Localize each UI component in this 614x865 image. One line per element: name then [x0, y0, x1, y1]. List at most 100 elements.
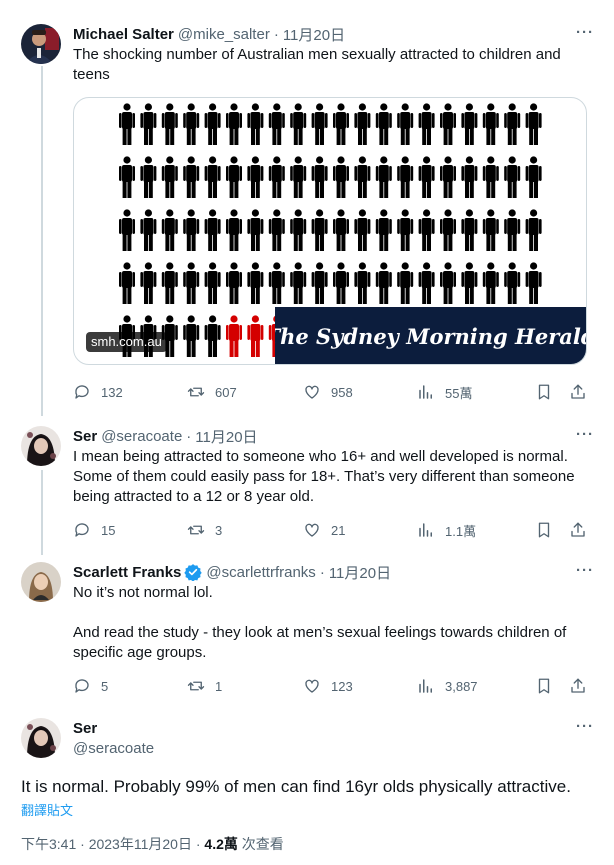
- like-button[interactable]: 958: [303, 382, 353, 402]
- view-count: 1.1萬: [445, 523, 477, 539]
- person-figure: [333, 156, 349, 198]
- bookmark-button[interactable]: [535, 676, 553, 696]
- person-figure: [375, 209, 392, 251]
- repost-button[interactable]: 3: [187, 520, 222, 540]
- person-figure: [204, 103, 221, 145]
- person-figure: [354, 103, 371, 145]
- person-figure: [140, 262, 157, 304]
- person-figure: [161, 156, 178, 198]
- display-name[interactable]: Ser: [73, 720, 97, 737]
- person-figure: [268, 262, 285, 304]
- person-figure: [418, 156, 435, 198]
- reply-button[interactable]: 132: [73, 382, 123, 402]
- tweet-scarlett-franks[interactable]: Scarlett Franks @scarlettrfranks · 11月20…: [0, 562, 614, 702]
- person-figure: [440, 156, 456, 198]
- like-button[interactable]: 21: [303, 520, 345, 540]
- person-figure: [311, 209, 328, 251]
- highlighted-person-figure: [247, 315, 264, 357]
- person-figure: [247, 262, 264, 304]
- display-name[interactable]: Ser: [73, 428, 97, 445]
- person-figure: [183, 315, 200, 357]
- heart-icon: [305, 523, 319, 537]
- person-figure: [247, 103, 264, 145]
- username[interactable]: @mike_salter: [178, 26, 270, 43]
- repost-button[interactable]: 1: [187, 676, 222, 696]
- person-figure: [525, 103, 542, 145]
- repost-button[interactable]: 607: [187, 382, 237, 402]
- person-figure: [161, 103, 178, 145]
- reply-button[interactable]: 5: [73, 676, 108, 696]
- verified-badge-icon[interactable]: [184, 563, 203, 581]
- person-figure: [183, 209, 200, 251]
- more-icon[interactable]: ···: [576, 24, 594, 41]
- tweet-ser-reply[interactable]: Ser @seracoate · 11月20日 ··· I mean being…: [0, 426, 614, 546]
- share-button[interactable]: [569, 382, 587, 402]
- bookmark-icon: [538, 522, 550, 538]
- person-figure: [247, 209, 264, 251]
- views-button[interactable]: 3,887: [417, 676, 478, 696]
- person-figure: [418, 262, 435, 304]
- display-name[interactable]: Scarlett Franks: [73, 564, 181, 581]
- username[interactable]: @seracoate: [73, 740, 154, 757]
- person-figure: [333, 262, 349, 304]
- reply-count: 132: [101, 384, 123, 400]
- person-figure: [119, 262, 135, 304]
- separator: ·: [319, 563, 325, 581]
- translate-post-link[interactable]: 翻譯貼文: [21, 800, 73, 819]
- more-icon[interactable]: ···: [576, 562, 594, 579]
- bookmark-icon: [538, 678, 550, 694]
- person-figure: [204, 262, 221, 304]
- post-time[interactable]: 下午3:41: [21, 836, 76, 852]
- views-button[interactable]: 55萬: [417, 382, 472, 402]
- heart-icon: [305, 385, 319, 399]
- more-icon[interactable]: ···: [576, 426, 594, 443]
- display-name[interactable]: Michael Salter: [73, 26, 174, 43]
- views-button[interactable]: 1.1萬: [417, 520, 476, 540]
- person-figure: [119, 156, 135, 198]
- highlighted-person-figure: [226, 315, 242, 357]
- more-icon[interactable]: ···: [576, 718, 594, 735]
- person-figure: [311, 262, 328, 304]
- avatar[interactable]: [21, 24, 61, 64]
- link-card-image[interactable]: The Sydney Morning Herald smh.com.au: [73, 97, 587, 365]
- avatar[interactable]: [21, 718, 61, 758]
- avatar[interactable]: [21, 562, 61, 602]
- person-figure: [482, 262, 499, 304]
- analytics-icon: [419, 679, 432, 693]
- username[interactable]: @scarlettrfranks: [206, 564, 315, 581]
- person-figure: [140, 103, 157, 145]
- repost-count: 3: [215, 522, 223, 538]
- share-button[interactable]: [569, 520, 587, 540]
- like-button[interactable]: 123: [303, 676, 353, 696]
- person-figure: [311, 103, 328, 145]
- like-count: 958: [331, 384, 353, 400]
- person-figure: [375, 103, 392, 145]
- person-figure: [482, 209, 499, 251]
- person-figure: [290, 262, 307, 304]
- share-button[interactable]: [569, 676, 587, 696]
- person-figure: [461, 156, 478, 198]
- person-figure: [140, 209, 157, 251]
- person-figure: [525, 262, 542, 304]
- timestamp[interactable]: 11月20日: [195, 426, 257, 447]
- bookmark-button[interactable]: [535, 520, 553, 540]
- timestamp[interactable]: 11月20日: [283, 24, 345, 45]
- reply-icon: [75, 523, 89, 537]
- timestamp[interactable]: 11月20日: [329, 562, 391, 583]
- focal-header: Ser: [73, 718, 594, 738]
- reply-count: 5: [101, 678, 109, 694]
- person-figure: [161, 262, 178, 304]
- person-figure: [461, 262, 478, 304]
- tweet-text: No it’s not normal lol. And read the stu…: [73, 584, 567, 661]
- reply-button[interactable]: 15: [73, 520, 115, 540]
- bookmark-button[interactable]: [535, 382, 553, 402]
- person-figure: [183, 262, 200, 304]
- tweet-header: Scarlett Franks @scarlettrfranks · 11月20…: [73, 562, 594, 582]
- post-date[interactable]: 2023年11月20日: [89, 836, 192, 852]
- view-count: 55萬: [445, 385, 473, 401]
- avatar[interactable]: [21, 426, 61, 466]
- tweet-header: Michael Salter @mike_salter · 11月20日: [73, 24, 594, 44]
- username[interactable]: @seracoate: [101, 428, 182, 445]
- tweet-michael-salter[interactable]: Michael Salter @mike_salter · 11月20日 ···…: [0, 24, 614, 404]
- separator: ·: [195, 836, 201, 852]
